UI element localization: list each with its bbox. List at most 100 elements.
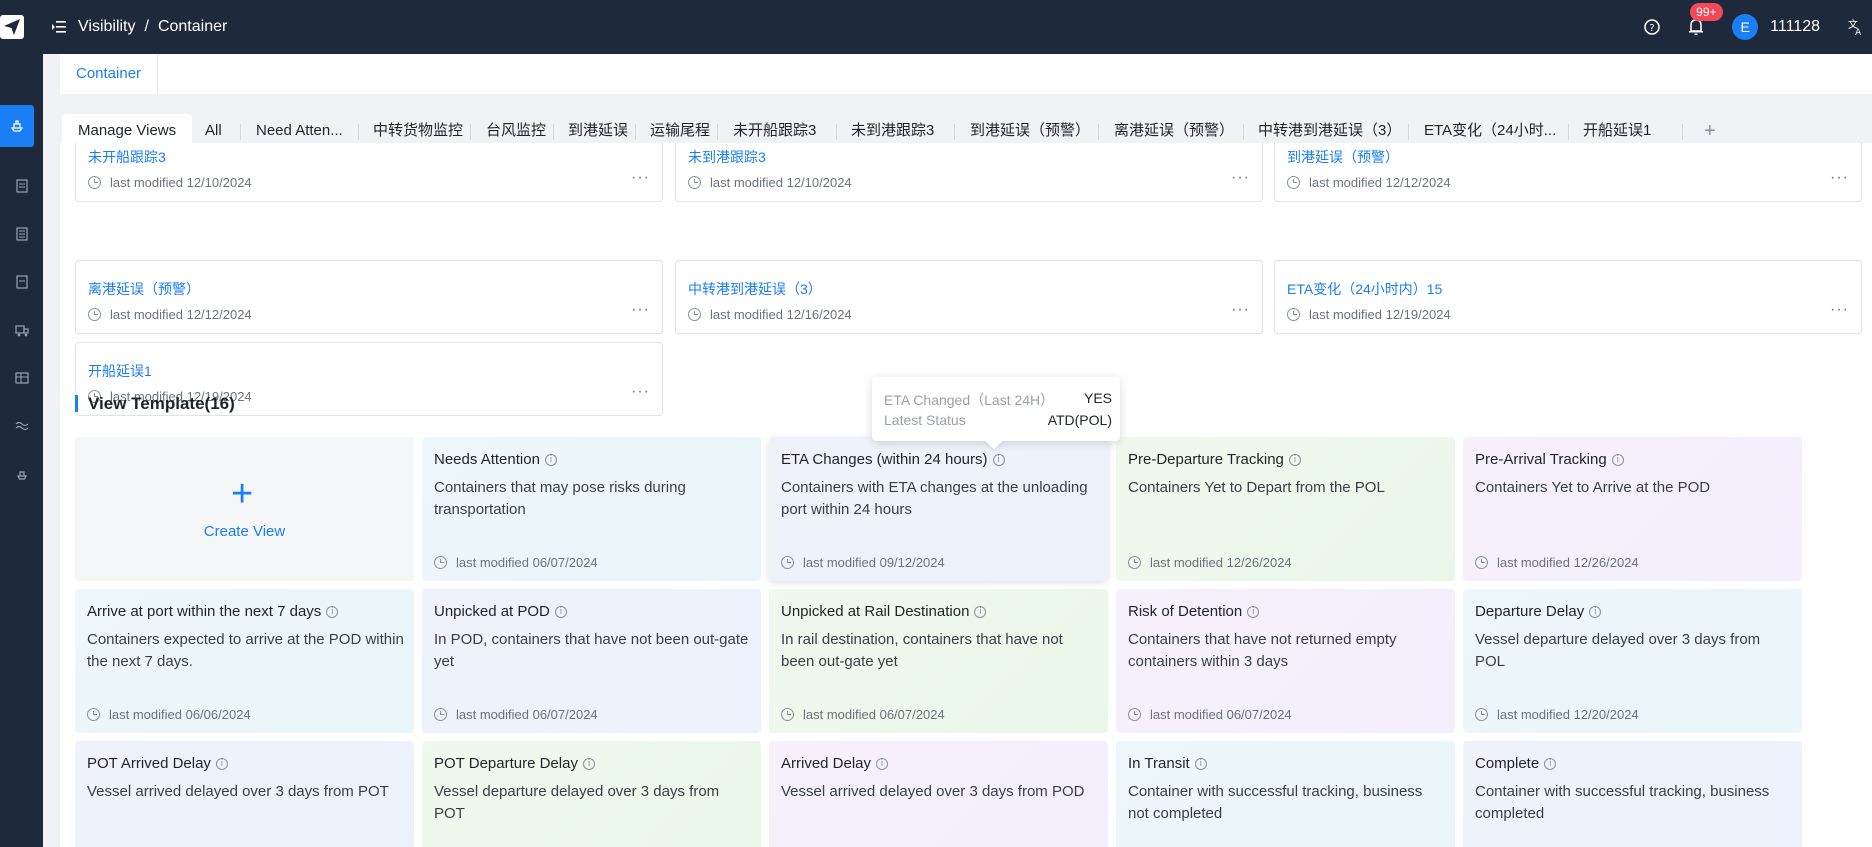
translate-icon[interactable]: 文A [1846, 17, 1866, 37]
menu-collapse-icon[interactable] [52, 19, 68, 35]
more-options-button[interactable]: ··· [631, 301, 650, 319]
template-card[interactable]: Pre-Departure Tracking i Containers Yet t… [1116, 437, 1455, 581]
view-card-title[interactable]: ETA变化（24小时内）15 [1287, 279, 1442, 299]
info-icon[interactable]: i [1589, 605, 1602, 618]
info-icon[interactable]: i [544, 453, 557, 466]
info-icon[interactable]: i [1194, 757, 1207, 770]
info-icon[interactable]: i [215, 757, 228, 770]
sidebar-item-tracking[interactable] [0, 105, 34, 147]
clock-icon [434, 708, 447, 721]
view-card-modified: last modified 12/12/2024 [1309, 175, 1451, 190]
list-icon [15, 227, 28, 241]
more-options-button[interactable]: ··· [1231, 301, 1250, 319]
clock-icon [1287, 308, 1300, 321]
view-card-title[interactable]: 开船延误1 [88, 361, 152, 381]
info-icon[interactable]: i [326, 605, 339, 618]
template-card-desc: Containers that have not returned empty … [1128, 631, 1397, 670]
template-title-text: Unpicked at Rail Destination [781, 603, 970, 620]
template-card-title: Pre-Arrival Tracking i [1475, 451, 1624, 468]
help-icon[interactable]: ? [1642, 17, 1662, 37]
info-icon[interactable]: i [1247, 605, 1260, 618]
info-icon[interactable]: i [1288, 453, 1301, 466]
view-card-title[interactable]: 未到港跟踪3 [688, 147, 766, 167]
more-options-button[interactable]: ··· [1231, 169, 1250, 187]
template-title-text: Arrive at port within the next 7 days [87, 603, 322, 620]
view-card-modified: last modified 12/10/2024 [110, 175, 252, 190]
template-card[interactable]: Pre-Arrival Tracking i Containers Yet to … [1463, 437, 1802, 581]
view-card[interactable]: 离港延误（预警） last modified 12/12/2024 ··· [75, 260, 663, 334]
sidebar-item-cargo[interactable] [0, 317, 43, 343]
template-title-text: Complete [1475, 755, 1540, 772]
view-card-title[interactable]: 未开船跟踪3 [88, 147, 166, 167]
page-tab-container[interactable]: Container [60, 54, 159, 94]
more-options-button[interactable]: ··· [1830, 169, 1849, 187]
template-card[interactable]: Needs Attention i Containers that may pos… [422, 437, 761, 581]
tab-divider [717, 124, 718, 140]
template-card-desc: Containers Yet to Arrive at the POD [1475, 479, 1711, 496]
info-icon[interactable]: i [876, 757, 889, 770]
info-icon[interactable]: i [1611, 453, 1624, 466]
info-icon[interactable]: i [582, 757, 595, 770]
breadcrumb-separator: / [144, 18, 149, 35]
tab-divider [635, 124, 636, 140]
clock-icon [88, 308, 101, 321]
template-card-modified: last modified 12/26/2024 [1497, 555, 1639, 570]
user-id[interactable]: 111128 [1770, 18, 1820, 36]
template-card-modified: last modified 09/12/2024 [803, 555, 945, 570]
notification-button[interactable]: 99+ [1686, 3, 1723, 37]
template-card[interactable]: Arrived Delay i Vessel arrived delayed ov… [769, 741, 1108, 847]
view-card-title[interactable]: 离港延误（预警） [88, 279, 200, 299]
view-card[interactable]: 到港延误（预警） last modified 12/12/2024 ··· [1274, 143, 1862, 202]
tab-divider [1098, 124, 1099, 140]
view-card-meta: last modified 12/19/2024 [1287, 307, 1451, 322]
template-card-modified: last modified 06/06/2024 [109, 707, 251, 722]
view-card[interactable]: ETA变化（24小时内）15 last modified 12/19/2024 … [1274, 260, 1862, 334]
tooltip-row: Latest Status ATD(POL) [884, 412, 1112, 428]
view-card-meta: last modified 12/16/2024 [688, 307, 852, 322]
clock-icon [688, 176, 701, 189]
info-icon[interactable]: i [974, 605, 987, 618]
more-options-button[interactable]: ··· [631, 169, 650, 187]
view-card[interactable]: 未开船跟踪3 last modified 12/10/2024 ··· [75, 143, 663, 202]
template-card[interactable]: ETA Changes (within 24 hours) i Container… [769, 437, 1108, 581]
breadcrumb-visibility[interactable]: Visibility [78, 18, 136, 36]
info-icon[interactable]: i [992, 453, 1005, 466]
template-card[interactable]: In Transit i Container with successful tr… [1116, 741, 1455, 847]
view-card[interactable]: 未到港跟踪3 last modified 12/10/2024 ··· [675, 143, 1263, 202]
template-card[interactable]: POT Departure Delay i Vessel departure de… [422, 741, 761, 847]
tooltip-value: ATD(POL) [1047, 412, 1112, 428]
template-card[interactable]: Arrive at port within the next 7 days i C… [75, 589, 414, 733]
tab-divider [954, 124, 955, 140]
tab-divider [1408, 124, 1409, 140]
info-icon[interactable]: i [554, 605, 567, 618]
tooltip-row: ETA Changed（Last 24H） YES [884, 390, 1112, 410]
clock-icon [1287, 176, 1300, 189]
create-view-card[interactable]: + Create View [75, 437, 414, 581]
view-card-title[interactable]: 到港延误（预警） [1287, 147, 1399, 167]
template-card-meta: last modified 12/26/2024 [1475, 555, 1639, 570]
more-options-button[interactable]: ··· [1830, 301, 1849, 319]
sidebar-item-bookings[interactable] [0, 221, 43, 247]
template-title-text: Departure Delay [1475, 603, 1585, 620]
template-card[interactable]: Risk of Detention i Containers that have … [1116, 589, 1455, 733]
template-card[interactable]: Unpicked at Rail Destination i In rail de… [769, 589, 1108, 733]
manage-views-panel: 未开船跟踪3 last modified 12/10/2024 ··· 未到港跟… [60, 143, 1872, 847]
svg-text:A: A [1855, 28, 1862, 36]
template-card[interactable]: Complete i Container with successful trac… [1463, 741, 1802, 847]
sidebar-item-settings[interactable] [0, 461, 43, 487]
sidebar-item-documents[interactable] [0, 269, 43, 295]
template-title-text: Unpicked at POD [434, 603, 550, 620]
template-card[interactable]: POT Arrived Delay i Vessel arrived delaye… [75, 741, 414, 847]
template-card[interactable]: Departure Delay i Vessel departure delaye… [1463, 589, 1802, 733]
avatar[interactable]: E [1732, 14, 1759, 40]
view-card[interactable]: 中转港到港延误（3） last modified 12/16/2024 ··· [675, 260, 1263, 334]
info-icon[interactable]: i [1544, 757, 1557, 770]
sidebar-item-reports[interactable] [0, 365, 43, 391]
sidebar-item-orders[interactable] [0, 173, 43, 199]
template-title-text: Risk of Detention [1128, 603, 1243, 620]
paper-plane-logo-icon[interactable] [0, 15, 24, 39]
sidebar-item-customs[interactable] [0, 413, 43, 439]
more-options-button[interactable]: ··· [631, 383, 650, 401]
template-card[interactable]: Unpicked at POD i In POD, containers that… [422, 589, 761, 733]
view-card-title[interactable]: 中转港到港延误（3） [688, 279, 822, 299]
